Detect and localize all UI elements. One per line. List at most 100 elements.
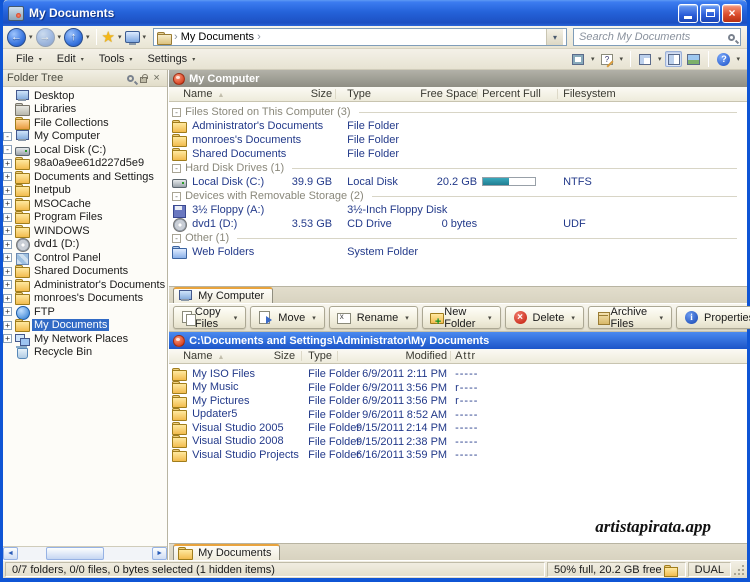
tree-item-label[interactable]: Program Files	[32, 211, 104, 223]
column-attr[interactable]: Attr	[455, 350, 476, 362]
toolbar-button[interactable]: Properties ▾	[676, 306, 750, 329]
file-row[interactable]: dvd1 (D:) 3.53 GB CD Drive 0 bytes UDF	[169, 217, 747, 232]
tree-item[interactable]: File Collections	[3, 116, 167, 130]
toolbar-button[interactable]: Delete ▾	[504, 306, 584, 329]
tree-item[interactable]: + dvd1 (D:)	[3, 238, 167, 253]
bottom-column-header[interactable]: Name ▲ Size Type Modified Attr	[169, 349, 747, 364]
file-row[interactable]: Web Folders System Folder	[169, 245, 747, 259]
forward-dropdown[interactable]: ▾	[57, 33, 63, 41]
menu-item[interactable]: Edit ▾	[50, 51, 92, 67]
column-filesystem[interactable]: Filesystem	[563, 88, 616, 100]
tree-search-icon[interactable]	[124, 72, 137, 85]
scroll-right-arrow-icon[interactable]: ►	[152, 547, 168, 560]
top-pane-header[interactable]: My Computer	[169, 70, 747, 87]
tree-expander[interactable]: -	[3, 131, 12, 141]
tree-item[interactable]: - Local Disk (C:)	[3, 143, 167, 157]
group-collapse-icon[interactable]: -	[172, 163, 182, 173]
tree-expander[interactable]: +	[3, 334, 12, 344]
item-name[interactable]: dvd1 (D:)	[192, 217, 237, 231]
tree-item-label[interactable]: File Collections	[32, 117, 111, 129]
tree-horizontal-scrollbar[interactable]: ◄ ►	[3, 546, 168, 560]
tree-expander[interactable]: +	[3, 307, 12, 317]
toolbar-button[interactable]: Move ▾	[250, 306, 325, 329]
item-name[interactable]: My Pictures	[192, 394, 249, 408]
address-dropdown[interactable]: ▾	[546, 29, 563, 45]
forward-button[interactable]: →	[35, 27, 55, 47]
address-bar[interactable]: › My Documents › ▾	[153, 28, 567, 46]
item-name[interactable]: Local Disk (C:)	[192, 175, 264, 189]
close-button[interactable]: ×	[722, 3, 742, 23]
toolbar-button[interactable]: Rename ▾	[328, 306, 418, 329]
up-dropdown[interactable]: ▾	[85, 33, 91, 41]
tree-item-label[interactable]: WINDOWS	[32, 225, 92, 237]
menu-item[interactable]: Settings ▾	[140, 51, 203, 67]
group-collapse-icon[interactable]: -	[172, 191, 182, 201]
file-row[interactable]: Visual Studio 2008 File Folder 9/15/2011…	[169, 435, 747, 449]
column-type[interactable]: Type	[308, 350, 332, 362]
group-header[interactable]: - Files Stored on This Computer (3)	[169, 105, 747, 119]
maximize-button[interactable]	[700, 3, 720, 23]
file-row[interactable]: Visual Studio Projects File Folder 6/16/…	[169, 448, 747, 462]
layout-button[interactable]	[637, 51, 654, 67]
group-collapse-icon[interactable]: -	[172, 107, 182, 117]
file-row[interactable]: My ISO Files File Folder 6/9/2011 2:11 P…	[169, 367, 747, 381]
favorites-dropdown[interactable]: ▾	[117, 33, 123, 41]
column-free-space[interactable]: Free Space	[409, 88, 477, 100]
tree-expander[interactable]: +	[3, 199, 12, 209]
tree-item-label[interactable]: MSOCache	[32, 198, 93, 210]
item-name[interactable]: Visual Studio 2008	[192, 434, 284, 448]
column-percent-full[interactable]: Percent Full	[482, 88, 541, 100]
file-row[interactable]: My Music File Folder 6/9/2011 3:56 PM r-…	[169, 381, 747, 395]
file-row[interactable]: Administrator's Documents File Folder	[169, 119, 747, 133]
resize-grip[interactable]	[733, 564, 745, 576]
tree-item[interactable]: + My Network Places	[3, 332, 167, 346]
tree-item-label[interactable]: Recycle Bin	[32, 346, 94, 358]
views-dropdown[interactable]: ▾	[590, 55, 596, 63]
scroll-left-arrow-icon[interactable]: ◄	[3, 547, 18, 560]
file-row[interactable]: Local Disk (C:) 39.9 GB Local Disk 20.2 …	[169, 175, 747, 189]
group-header[interactable]: - Devices with Removable Storage (2)	[169, 189, 747, 203]
menu-item[interactable]: File ▾	[9, 51, 50, 67]
tree-item[interactable]: + Inetpub	[3, 184, 167, 198]
column-modified[interactable]: Modified	[341, 350, 448, 362]
tree-item-label[interactable]: Documents and Settings	[32, 171, 156, 183]
views-button[interactable]	[570, 51, 587, 67]
tree-item-label[interactable]: Administrator's Documents	[32, 279, 167, 291]
tree-unlock-icon[interactable]	[137, 72, 150, 85]
edit-mode-button[interactable]: ?	[598, 51, 615, 67]
help-button[interactable]: ?	[715, 51, 732, 67]
column-type[interactable]: Type	[347, 88, 371, 100]
tree-item[interactable]: + Control Panel	[3, 251, 167, 265]
preview-button[interactable]	[685, 51, 702, 67]
group-header[interactable]: - Other (1)	[169, 231, 747, 245]
titlebar[interactable]: My Documents ×	[3, 0, 747, 26]
back-button[interactable]: ←	[7, 27, 26, 47]
tree-expander[interactable]: +	[3, 172, 12, 182]
tree-expander[interactable]: +	[3, 253, 12, 263]
tree-expander[interactable]: +	[3, 226, 12, 236]
tree-item[interactable]: + MSOCache	[3, 197, 167, 211]
file-row[interactable]: monroes's Documents File Folder	[169, 133, 747, 147]
tree-item[interactable]: + Shared Documents	[3, 265, 167, 279]
tree-item-label[interactable]: Control Panel	[32, 252, 103, 264]
bottom-pane-header[interactable]: C:\Documents and Settings\Administrator\…	[169, 332, 747, 349]
search-icon[interactable]	[728, 33, 735, 41]
tree-item-label[interactable]: Libraries	[32, 103, 78, 115]
file-row[interactable]: My Pictures File Folder 6/9/2011 3:56 PM…	[169, 394, 747, 408]
tree-item-label[interactable]: dvd1 (D:)	[32, 238, 81, 250]
tree-item[interactable]: Desktop	[3, 89, 167, 103]
group-collapse-icon[interactable]: -	[172, 233, 182, 243]
tree-item-label[interactable]: monroes's Documents	[32, 292, 145, 304]
top-column-header[interactable]: Name ▲ Size Type Free Space Percent Full …	[169, 87, 747, 102]
tree-item[interactable]: + FTP	[3, 305, 167, 320]
item-name[interactable]: Updater5	[192, 407, 237, 421]
toolbar-button[interactable]: Archive Files ▾	[587, 306, 673, 330]
status-mode[interactable]: DUAL	[687, 562, 731, 577]
tree-item[interactable]: Recycle Bin	[3, 346, 167, 360]
tree-item-label[interactable]: My Documents	[32, 319, 110, 332]
tree-item[interactable]: + 98a0a9ee61d227d5e9	[3, 157, 167, 171]
toolbar-button[interactable]: Copy Files ▾	[173, 306, 247, 330]
column-name[interactable]: Name ▲	[183, 350, 224, 362]
tree-close-icon[interactable]: ×	[150, 72, 163, 85]
scroll-thumb[interactable]	[46, 547, 104, 560]
